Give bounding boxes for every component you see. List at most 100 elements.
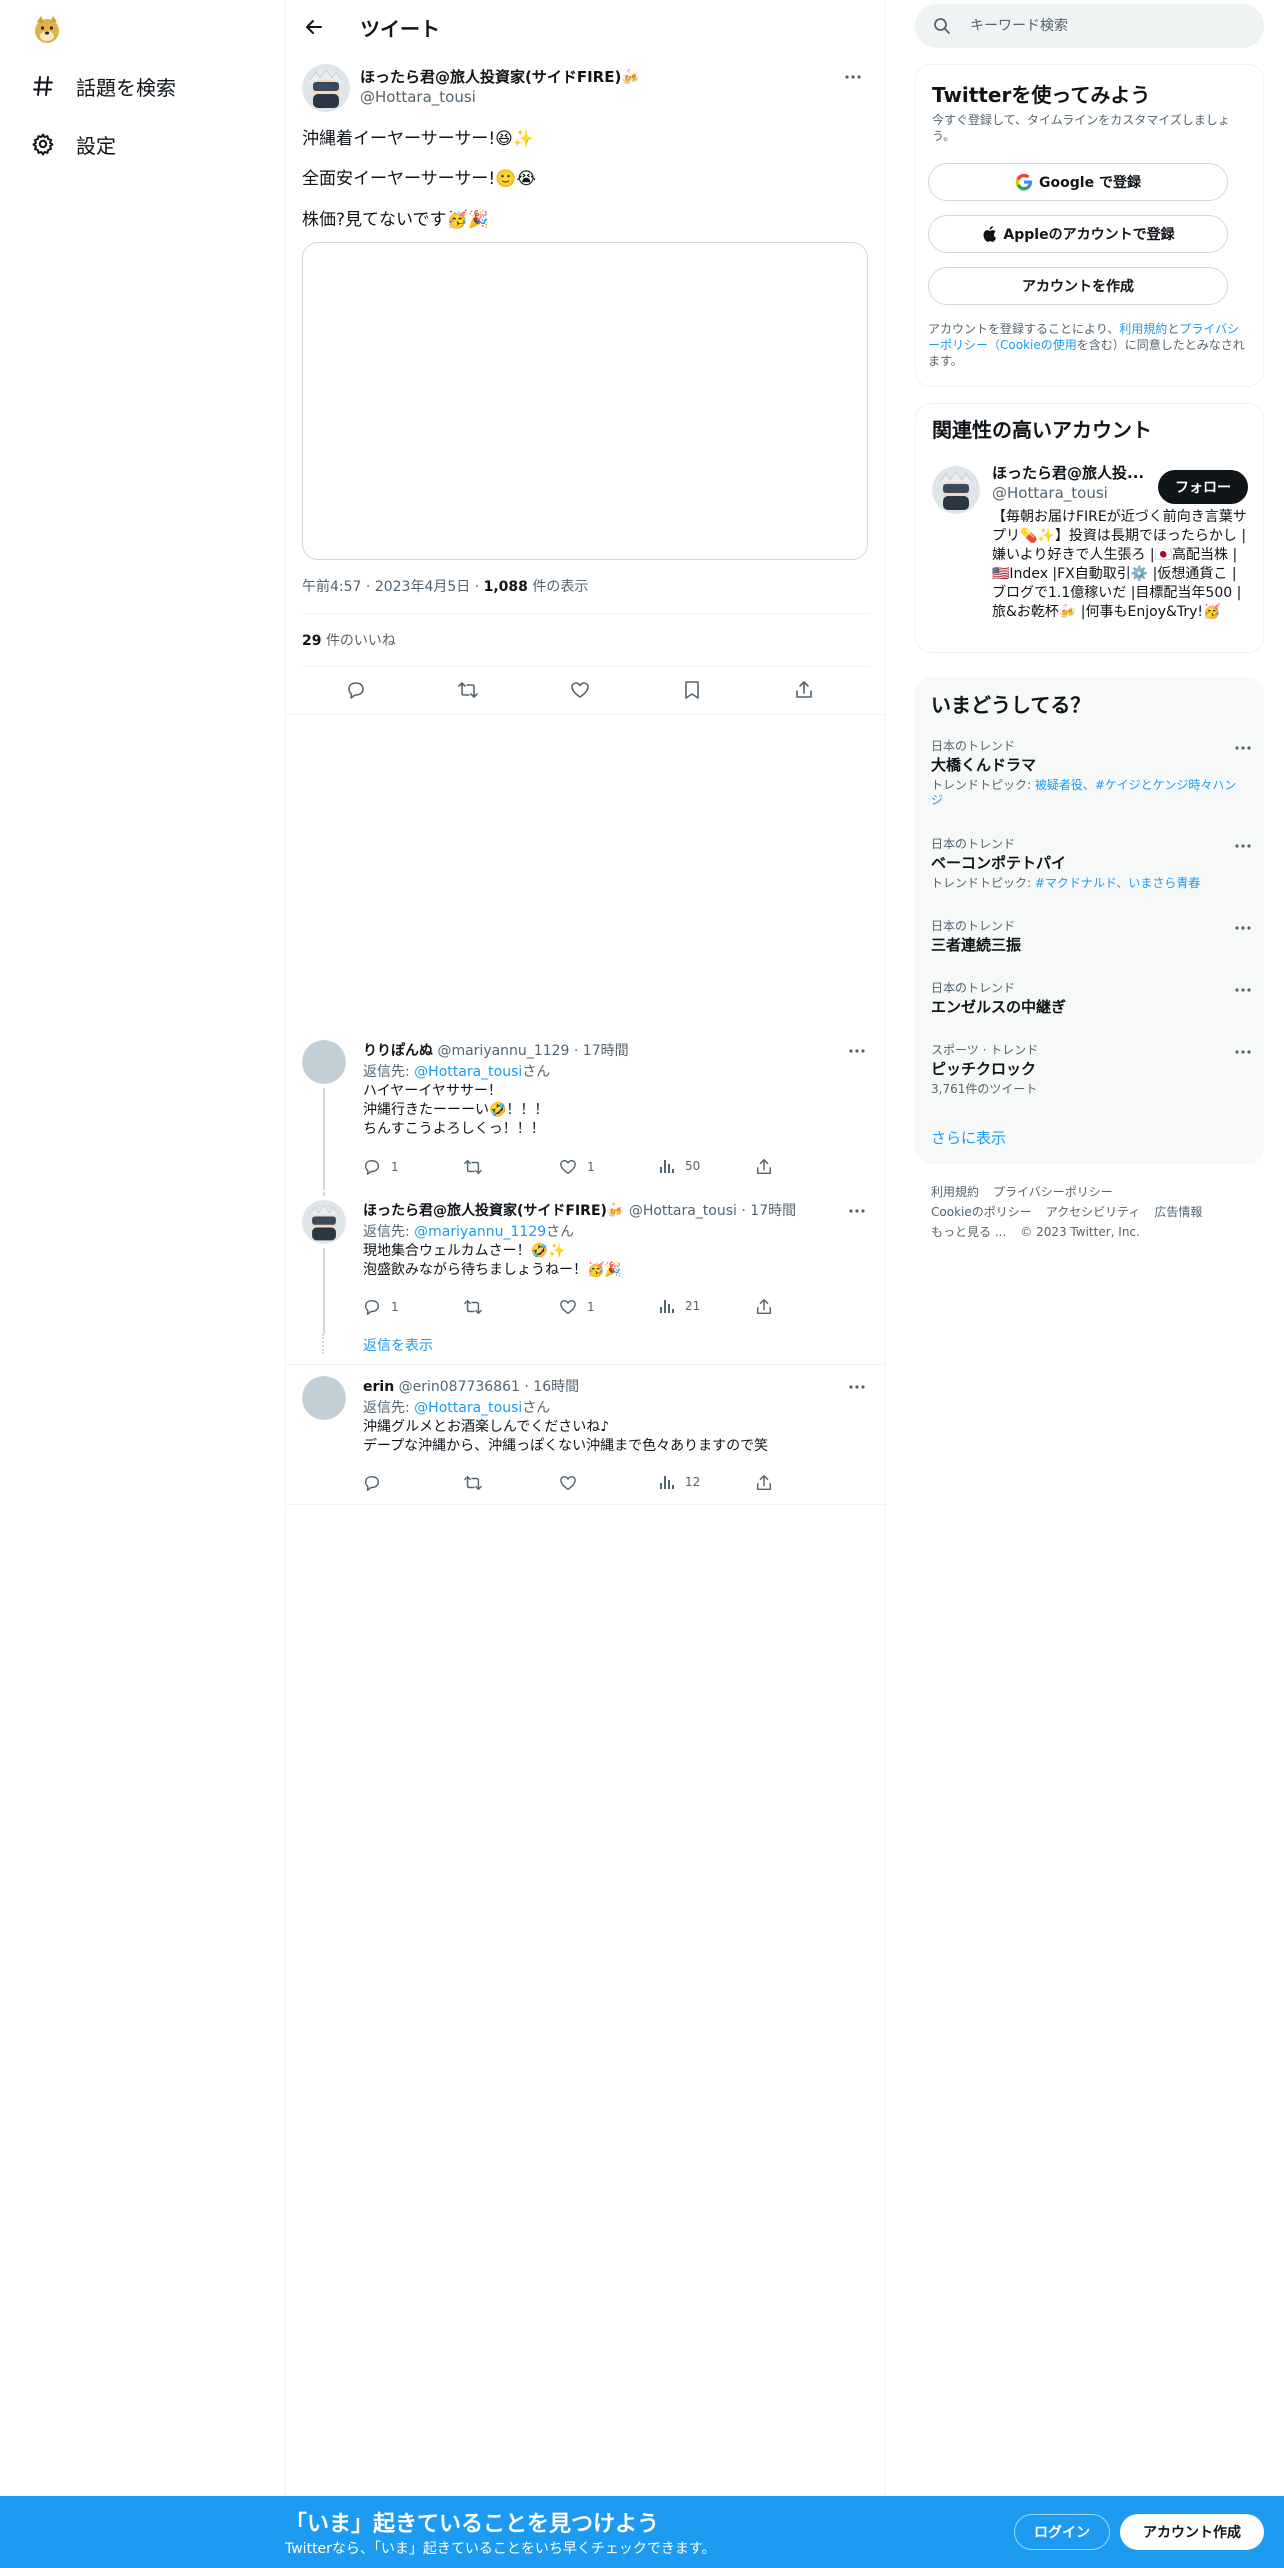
reply-time[interactable]: 16時間 <box>533 1379 579 1395</box>
related-account-handle[interactable]: @Hottara_tousi <box>992 484 1108 502</box>
retweet-icon <box>464 1475 482 1491</box>
reply-button[interactable]: 1 <box>363 1298 399 1316</box>
views-button[interactable]: 21 <box>659 1298 700 1314</box>
reply-icon <box>364 1299 380 1315</box>
views-button[interactable]: 50 <box>659 1158 700 1174</box>
trend-item[interactable]: 日本のトレンド 三者連続三振 <box>915 917 1264 967</box>
footer-link[interactable]: もっと見る ... <box>931 1225 1006 1239</box>
view-count: 50 <box>685 1159 701 1173</box>
reply-tweet[interactable]: erin @erin087736861 · 16時間 返信先: @Hottara… <box>286 1376 886 1496</box>
reply-author-name: ほったら君@旅人投資家(サイドFIRE)🍻 <box>363 1203 625 1219</box>
footer-link[interactable]: アクセシビリティ <box>1046 1205 1141 1219</box>
like-button[interactable] <box>559 1474 587 1492</box>
avatar[interactable] <box>932 466 980 514</box>
login-button[interactable]: ログイン <box>1014 2514 1110 2550</box>
tweet-date[interactable]: 2023年4月5日 <box>375 579 470 595</box>
mention-link[interactable]: @Hottara_tousi <box>414 1064 522 1080</box>
reply-time[interactable]: 17時間 <box>750 1203 796 1219</box>
reply-author[interactable]: りりぽんぬ @mariyannu_1129 · 17時間 <box>363 1040 629 1060</box>
reply-tweet[interactable]: りりぽんぬ @mariyannu_1129 · 17時間 返信先: @Hotta… <box>286 1040 886 1190</box>
view-count: 12 <box>685 1475 701 1489</box>
avatar[interactable] <box>302 1040 346 1084</box>
tweet-author-handle[interactable]: @Hottara_tousi <box>360 88 476 106</box>
retweet-button[interactable] <box>463 1298 493 1316</box>
create-account-button[interactable]: アカウントを作成 <box>928 267 1228 305</box>
tweet-action-bar <box>302 672 870 708</box>
retweet-button[interactable] <box>463 1158 493 1176</box>
reply-tweet[interactable]: ほったら君@旅人投資家(サイドFIRE)🍻 @Hottara_tousi · 1… <box>286 1192 886 1360</box>
like-icon <box>560 1475 576 1491</box>
tweet-media[interactable] <box>302 242 868 560</box>
follow-button[interactable]: フォロー <box>1158 470 1248 504</box>
footer-link[interactable]: 利用規約 <box>931 1185 979 1199</box>
trend-item[interactable]: 日本のトレンド 大橋くんドラマ トレンドトピック: 被疑者役、#ケイジとケンジ時… <box>915 737 1264 823</box>
footer-link[interactable]: プライバシーポリシー <box>993 1185 1113 1199</box>
reply-text: 現地集合ウェルカムさー！🤣✨ 泡盛飲みながら待ちましょうねー！🥳🎉 <box>363 1243 622 1278</box>
search-input[interactable] <box>970 14 1240 38</box>
like-button[interactable]: 1 <box>559 1298 595 1316</box>
share-icon[interactable] <box>792 678 816 702</box>
share-button[interactable] <box>755 1474 783 1492</box>
reply-action-bar: 1 1 21 <box>363 1298 783 1318</box>
share-button[interactable] <box>755 1158 783 1176</box>
google-signup-button[interactable]: Google で登録 <box>928 163 1228 201</box>
more-icon[interactable] <box>1232 917 1254 939</box>
nav-item-settings[interactable]: 設定 <box>30 124 116 164</box>
more-icon[interactable] <box>1232 979 1254 1001</box>
reply-author-handle: @erin087736861 <box>398 1379 520 1395</box>
trend-category: スポーツ · トレンド <box>931 1043 1039 1057</box>
avatar[interactable] <box>302 64 350 112</box>
tweet-author-name[interactable]: ほったら君@旅人投資家(サイドFIRE)🍻 <box>360 66 640 87</box>
related-account-name[interactable]: ほったら君@旅人投... <box>992 462 1144 483</box>
signup-button[interactable]: アカウント作成 <box>1120 2514 1264 2550</box>
reply-author-name: erin <box>363 1379 395 1395</box>
nav-item-label: 設定 <box>76 133 116 158</box>
signup-card-title: Twitterを使ってみよう <box>932 83 1151 107</box>
share-button[interactable] <box>755 1298 783 1316</box>
footer-link[interactable]: 広告情報 <box>1154 1205 1202 1219</box>
reply-time[interactable]: 17時間 <box>583 1043 629 1059</box>
retweet-button[interactable] <box>463 1474 493 1492</box>
nav-item-label: 話題を検索 <box>76 75 176 100</box>
mention-link[interactable]: @mariyannu_1129 <box>414 1224 546 1240</box>
reply-author[interactable]: erin @erin087736861 · 16時間 <box>363 1376 579 1396</box>
more-icon[interactable] <box>1232 835 1254 857</box>
reply-button[interactable]: 1 <box>363 1158 399 1176</box>
reply-button[interactable] <box>363 1474 391 1492</box>
more-icon[interactable] <box>846 1200 868 1222</box>
google-icon <box>1015 173 1033 191</box>
trend-item[interactable]: スポーツ · トレンド ピッチクロック 3,761件のツイート <box>915 1041 1264 1101</box>
like-button[interactable]: 1 <box>559 1158 595 1176</box>
nav-item-explore[interactable]: 話題を検索 <box>30 66 176 106</box>
views-button[interactable]: 12 <box>659 1474 700 1490</box>
divider <box>286 714 886 715</box>
bookmark-icon[interactable] <box>680 678 704 702</box>
retweet-icon[interactable] <box>456 678 480 702</box>
search-bar[interactable] <box>915 4 1264 48</box>
back-arrow-icon[interactable] <box>300 13 328 41</box>
trend-item[interactable]: 日本のトレンド ベーコンポテトパイ トレンドトピック: #マクドナルド、いまさら… <box>915 835 1264 905</box>
show-more-link[interactable]: さらに表示 <box>931 1127 1006 1148</box>
show-replies-link[interactable]: 返信を表示 <box>363 1335 433 1355</box>
tweet-time[interactable]: 午前4:57 <box>302 579 361 595</box>
likes-count: 29 <box>302 633 322 649</box>
reply-icon[interactable] <box>344 678 368 702</box>
trend-item[interactable]: 日本のトレンド エンゼルスの中継ぎ <box>915 979 1264 1029</box>
more-icon[interactable] <box>846 1040 868 1062</box>
more-icon[interactable] <box>1232 1041 1254 1063</box>
avatar[interactable] <box>302 1200 346 1244</box>
avatar[interactable] <box>302 1376 346 1420</box>
tweet-likes[interactable]: 29 件のいいね <box>302 630 396 650</box>
like-icon[interactable] <box>568 678 592 702</box>
more-icon[interactable] <box>1232 737 1254 759</box>
more-icon[interactable] <box>846 1376 868 1398</box>
views-icon <box>660 1300 674 1313</box>
mention-link[interactable]: @Hottara_tousi <box>414 1400 522 1416</box>
more-icon[interactable] <box>842 66 864 88</box>
footer-link[interactable]: Cookieのポリシー <box>931 1205 1032 1219</box>
reply-author[interactable]: ほったら君@旅人投資家(サイドFIRE)🍻 @Hottara_tousi · 1… <box>363 1200 796 1220</box>
apple-icon <box>983 226 997 242</box>
doge-logo-icon[interactable] <box>30 12 64 46</box>
apple-signup-button[interactable]: Appleのアカウントで登録 <box>928 215 1228 253</box>
terms-link[interactable]: 利用規約 <box>1119 322 1167 336</box>
